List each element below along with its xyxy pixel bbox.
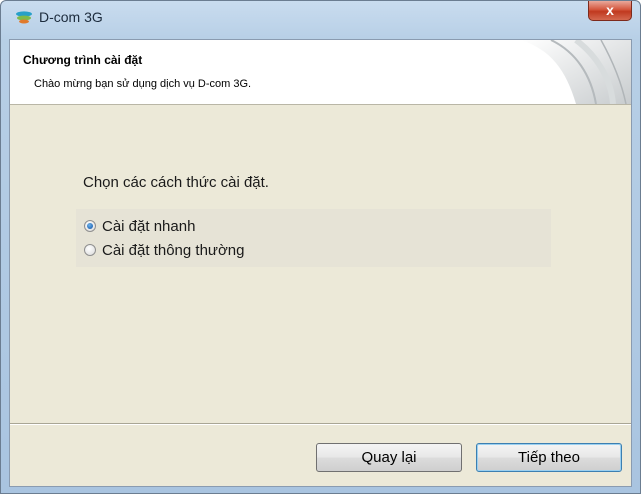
dcom-logo-icon (16, 11, 32, 24)
dialog-body: Chương trình cài đặt Chào mừng bạn sử dụ… (9, 39, 632, 487)
header-title: Chương trình cài đặt (23, 53, 143, 67)
radio-label[interactable]: Cài đặt thông thường (102, 242, 244, 259)
header-decoration-icon (521, 40, 631, 104)
next-button[interactable]: Tiếp theo (476, 443, 622, 472)
header-subtitle: Chào mừng bạn sử dụng dịch vụ D-com 3G. (34, 78, 252, 90)
radio-unchecked-icon[interactable] (84, 244, 96, 256)
back-button[interactable]: Quay lại (316, 443, 462, 472)
radio-label[interactable]: Cài đặt nhanh (102, 218, 195, 235)
close-icon[interactable]: x (606, 2, 614, 18)
radio-quick-install[interactable]: Cài đặt nhanh (84, 215, 195, 237)
header-panel: Chương trình cài đặt Chào mừng bạn sử dụ… (10, 40, 631, 105)
radio-standard-install[interactable]: Cài đặt thông thường (84, 239, 244, 261)
installer-window: D-com 3G x Chương trình cài đặt Chào mừn… (0, 0, 641, 494)
close-button[interactable]: x (588, 1, 632, 21)
footer-divider (10, 423, 631, 425)
radio-checked-icon[interactable] (84, 220, 96, 232)
window-title: D-com 3G (39, 9, 103, 25)
title-bar[interactable]: D-com 3G x (1, 1, 640, 35)
install-method-group: Cài đặt nhanh Cài đặt thông thường (76, 209, 551, 267)
instruction-text: Chọn các cách thức cài đặt. (83, 174, 269, 191)
